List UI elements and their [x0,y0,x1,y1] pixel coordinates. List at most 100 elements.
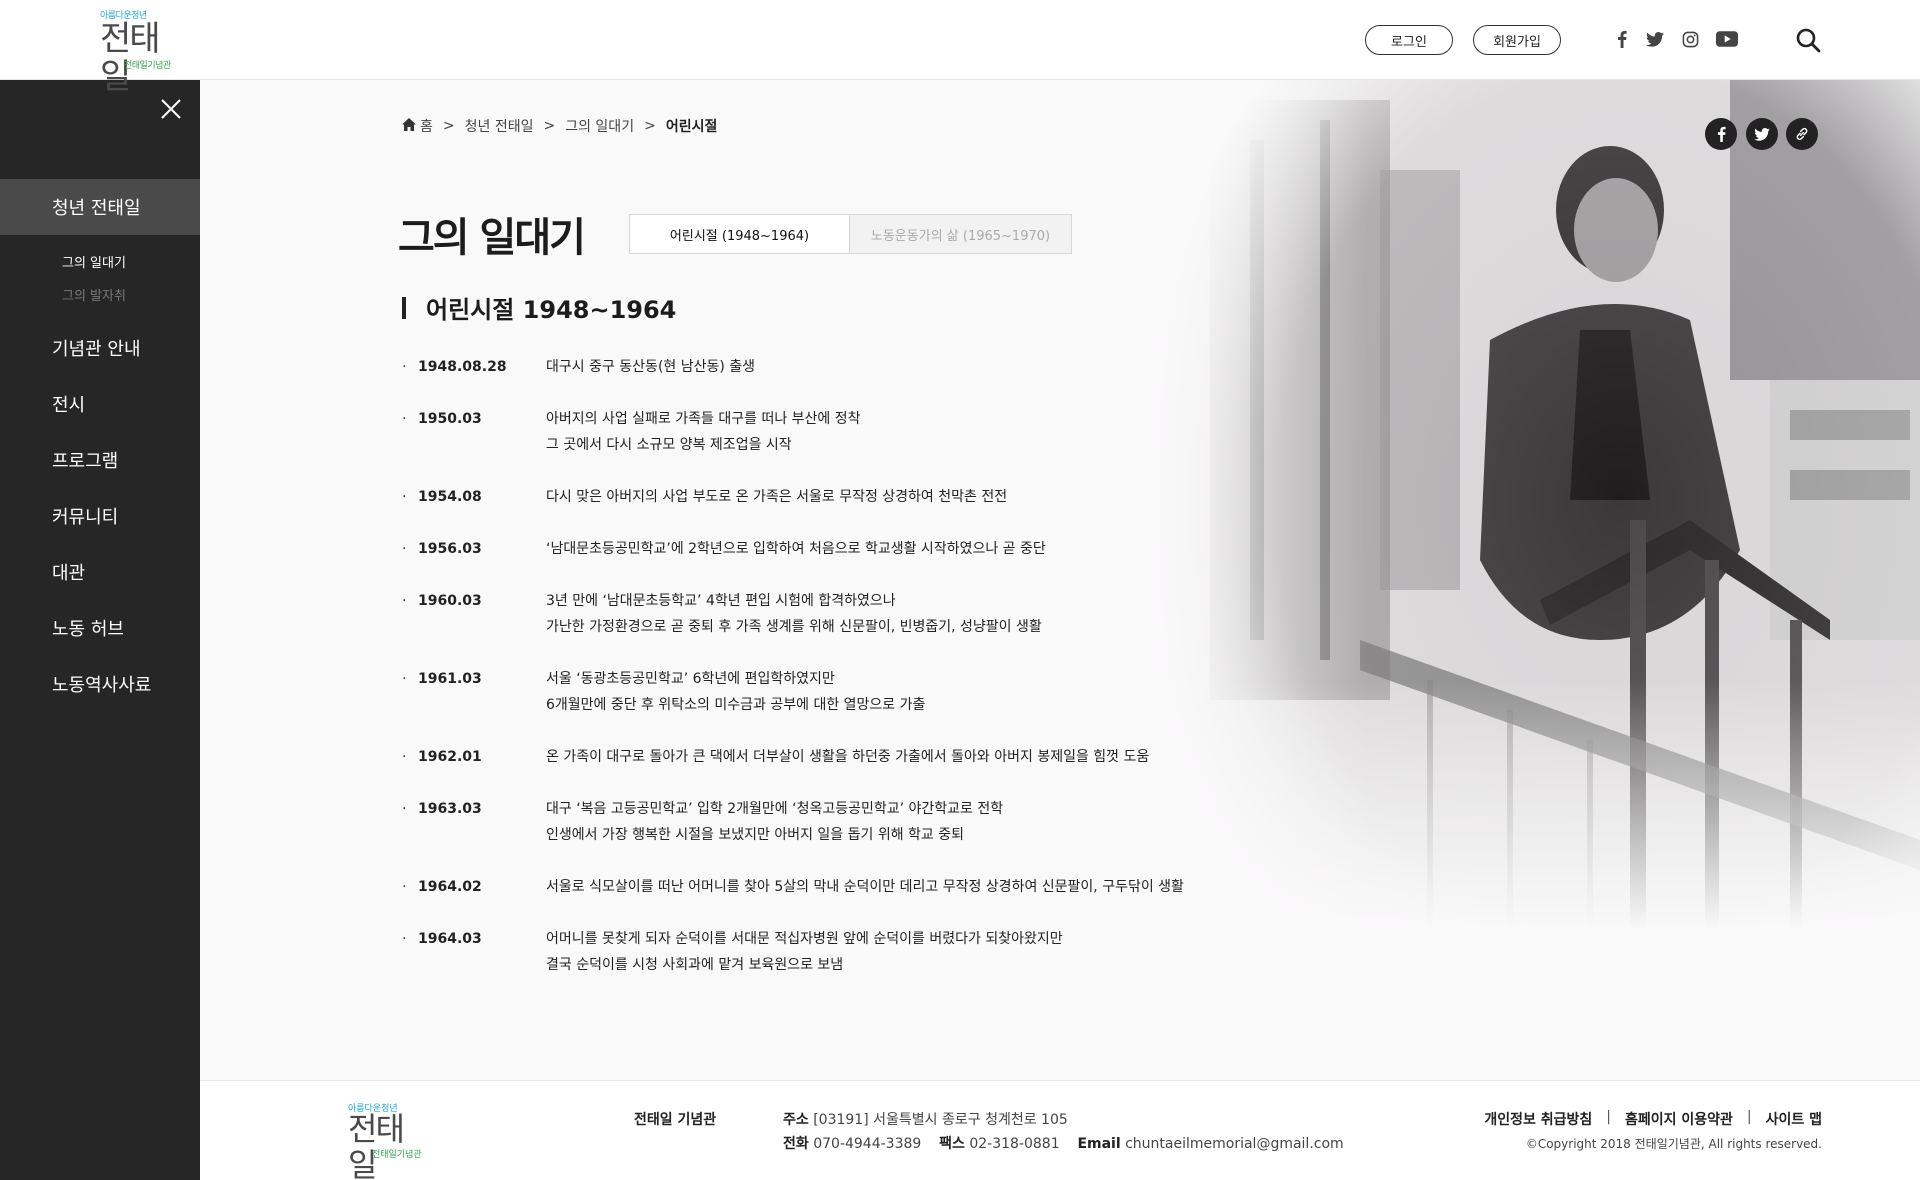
sidebar-item-label: 기념관 안내 [52,339,141,360]
breadcrumb: 홈 > 청년 전태일 > 그의 일대기 > 어린시절 [402,116,717,136]
timeline-line: 6개월만에 중단 후 위탁소의 미수금과 공부에 대한 열망으로 가출 [546,697,926,713]
site-footer: 아름다운청년 전태일 전태일기념관 전태일 기념관 주소 [03191] 서울특… [200,1080,1920,1180]
sidebar-item-label: 노동역사사료 [52,675,152,696]
footer-logo[interactable]: 아름다운청년 전태일 전태일기념관 [348,1101,426,1180]
email-label: Email [1077,1136,1121,1152]
timeline-line: 대구 ‘복음 고등공민학교’ 입학 2개월만에 ‘청옥고등공민학교’ 야간학교로… [546,801,1004,817]
sidebar-item-label: 노동 허브 [52,619,124,640]
timeline-line: 대구시 중구 동산동(현 남산동) 출생 [546,359,756,375]
logo-wordmark: 전태일 [348,1110,405,1180]
tab-childhood[interactable]: 어린시절 (1948~1964) [629,214,850,254]
join-button[interactable]: 회원가입 [1473,25,1561,55]
bullet-icon: · [402,931,407,947]
page-title: 그의 일대기 [398,214,586,261]
sidebar-subitem-footsteps[interactable]: 그의 발자취 [62,285,126,304]
sidebar-item-exhibition[interactable]: 전시 [0,376,200,432]
search-icon[interactable] [1795,27,1821,53]
home-icon[interactable] [402,117,416,135]
link-separator: | [1606,1109,1611,1125]
bullet-icon: · [402,541,407,557]
sidebar-subitem-life-story[interactable]: 그의 일대기 [62,252,126,271]
link-separator: | [1746,1109,1752,1125]
copyright: ©Copyright 2018 전태일기념관, All rights reser… [1525,1137,1822,1151]
timeline-line: 다시 맞은 아버지의 사업 부도로 온 가족은 서울로 무작정 상경하여 천막촌… [546,489,1008,505]
timeline-desc: 어머니를 못찾게 되자 순덕이를 서대문 적십자병원 앞에 순덕이를 버렸다가 … [546,926,1063,978]
sidebar-item-label: 청년 전태일 [52,198,141,219]
sidebar-item-youth-jeontaeil[interactable]: 청년 전태일 [0,179,200,235]
breadcrumb-separator: > [543,118,556,134]
tab-labor-activist-life[interactable]: 노동운동가의 삶 (1965~1970) [850,214,1072,254]
share-link-icon[interactable] [1786,118,1818,150]
timeline-date: 1961.03 [418,671,482,687]
sidebar-item-labor-hub[interactable]: 노동 허브 [0,600,200,656]
fax-value: 02-318-0881 [969,1136,1060,1152]
sidebar-item-memorial-guide[interactable]: 기념관 안내 [0,320,200,376]
timeline-line: ‘남대문초등공민학교’에 2학년으로 입학하여 처음으로 학교생활 시작하였으나… [546,541,1046,557]
sidebar-item-community[interactable]: 커뮤니티 [0,488,200,544]
share-facebook-icon[interactable] [1705,118,1737,150]
phone-label: 전화 [783,1136,809,1152]
timeline-line: 가난한 가정환경으로 곧 중퇴 후 가족 생계를 위해 신문팔이, 빈병줍기, … [546,619,1042,635]
phone-value: 070-4944-3389 [813,1136,922,1152]
sitemap-link[interactable]: 사이트 맵 [1766,1109,1822,1129]
share-twitter-icon[interactable] [1746,118,1778,150]
timeline-line: 결국 순덕이를 시청 사회과에 맡겨 보육원으로 보냄 [546,957,844,973]
timeline-line: 서울로 식모살이를 떠난 어머니를 찾아 5살의 막내 순덕이만 데리고 무작정… [546,879,1184,895]
section-title-text: 어린시절 1948~1964 [426,296,677,324]
site-header: 아름다운청년 전태일 전태일기념관 로그인 회원가입 [0,0,1920,96]
timeline-date: 1956.03 [418,541,482,557]
timeline-date: 1964.03 [418,931,482,947]
close-icon[interactable] [158,96,184,122]
twitter-icon[interactable] [1642,26,1668,52]
bullet-icon: · [402,411,407,427]
breadcrumb-home[interactable]: 홈 [420,116,433,136]
timeline-line: 3년 만에 ‘남대문초등학교’ 4학년 편입 시험에 합격하였으나 [546,593,896,609]
sidebar-nav: 청년 전태일 그의 일대기 그의 발자취 기념관 안내 전시 프로그램 커뮤니티… [0,80,200,1180]
timeline-line: 어머니를 못찾게 되자 순덕이를 서대문 적십자병원 앞에 순덕이를 버렸다가 … [546,931,1063,947]
timeline-date: 1950.03 [418,411,482,427]
bullet-icon: · [402,593,407,609]
breadcrumb-separator: > [442,118,455,134]
bullet-icon: · [402,489,407,505]
timeline-date: 1964.02 [418,879,482,895]
address-label: 주소 [783,1112,809,1128]
timeline-desc: 서울로 식모살이를 떠난 어머니를 찾아 5살의 막내 순덕이만 데리고 무작정… [546,874,1184,900]
sidebar-item-rental[interactable]: 대관 [0,544,200,600]
timeline-desc: 온 가족이 대구로 돌아가 큰 댁에서 더부살이 생활을 하던중 가출에서 돌아… [546,744,1149,770]
timeline-date: 1948.08.28 [418,359,507,375]
breadcrumb-level1[interactable]: 청년 전태일 [465,116,534,136]
timeline-desc: 서울 ‘동광초등공민학교’ 6학년에 편입학하였지만 6개월만에 중단 후 위탁소… [546,666,925,718]
section-title: 어린시절 1948~1964 [402,290,676,325]
bullet-icon: · [402,879,407,895]
breadcrumb-current: 어린시절 [665,119,718,135]
footer-org-name: 전태일 기념관 [634,1112,717,1128]
timeline-line: 그 곳에서 다시 소규모 양복 제조업을 시작 [546,437,792,453]
youtube-icon[interactable] [1714,26,1740,52]
instagram-icon[interactable] [1678,26,1702,52]
breadcrumb-separator: > [644,118,656,134]
sidebar-item-labor-archives[interactable]: 노동역사사료 [0,656,200,712]
sidebar-item-label: 전시 [52,395,86,416]
timeline-desc: 다시 맞은 아버지의 사업 부도로 온 가족은 서울로 무작정 상경하여 천막촌… [546,484,1007,510]
facebook-icon[interactable] [1612,26,1632,52]
privacy-policy-link[interactable]: 개인정보 취급방침 [1484,1109,1592,1129]
timeline-date: 1954.08 [418,489,482,505]
footer-address: 주소 [03191] 서울특별시 종로구 청계천로 105 [783,1109,1068,1129]
timeline-desc: ‘남대문초등공민학교’에 2학년으로 입학하여 처음으로 학교생활 시작하였으나… [546,536,1046,562]
timeline-desc: 아버지의 사업 실패로 가족들 대구를 떠나 부산에 정착그 곳에서 다시 소규… [546,406,861,458]
breadcrumb-level2[interactable]: 그의 일대기 [565,116,634,136]
site-logo[interactable]: 아름다운청년 전태일 전태일기념관 [100,8,178,96]
email-value[interactable]: chuntaeilmemorial@gmail.com [1125,1136,1344,1152]
logo-subtitle: 전태일기념관 [372,1150,422,1160]
footer-links: 개인정보 취급방침 | 홈페이지 이용약관 | 사이트 맵 [1484,1109,1822,1129]
sidebar-item-program[interactable]: 프로그램 [0,432,200,488]
timeline-line: 아버지의 사업 실패로 가족들 대구를 떠나 부산에 정착 [546,411,861,427]
logo-subtitle: 전태일기념관 [124,61,171,71]
login-button[interactable]: 로그인 [1365,25,1453,55]
sidebar-item-label: 커뮤니티 [52,507,119,528]
hero-photo [1130,80,1920,1080]
section-title-bar [402,296,406,319]
terms-link[interactable]: 홈페이지 이용약관 [1625,1109,1733,1129]
footer-contact: 전화 070-4944-3389 팩스 02-318-0881 Email ch… [783,1133,1344,1153]
bullet-icon: · [402,749,407,765]
